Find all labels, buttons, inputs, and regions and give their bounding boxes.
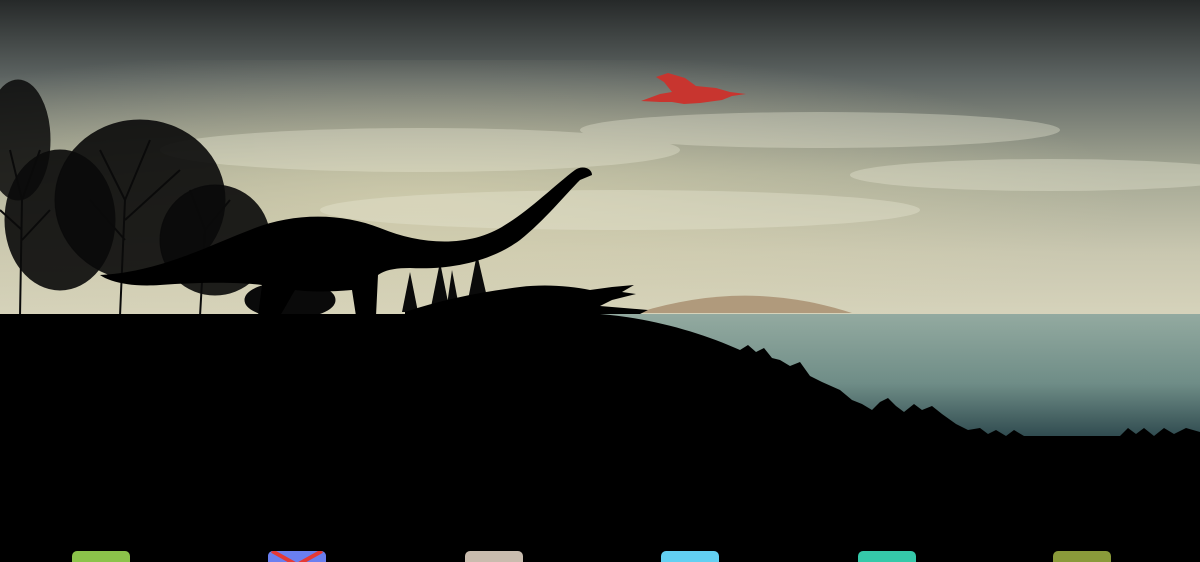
lightblue-app-icon[interactable] [661, 551, 719, 562]
wallpaper [0, 0, 1200, 562]
green-app-icon[interactable] [72, 551, 130, 562]
gmail-icon[interactable] [268, 551, 326, 562]
home-screen [0, 0, 1200, 562]
teal-app-icon[interactable] [858, 551, 916, 562]
olive-app-icon[interactable] [1053, 551, 1111, 562]
dock [0, 546, 1200, 562]
beige-app-icon[interactable] [465, 551, 523, 562]
